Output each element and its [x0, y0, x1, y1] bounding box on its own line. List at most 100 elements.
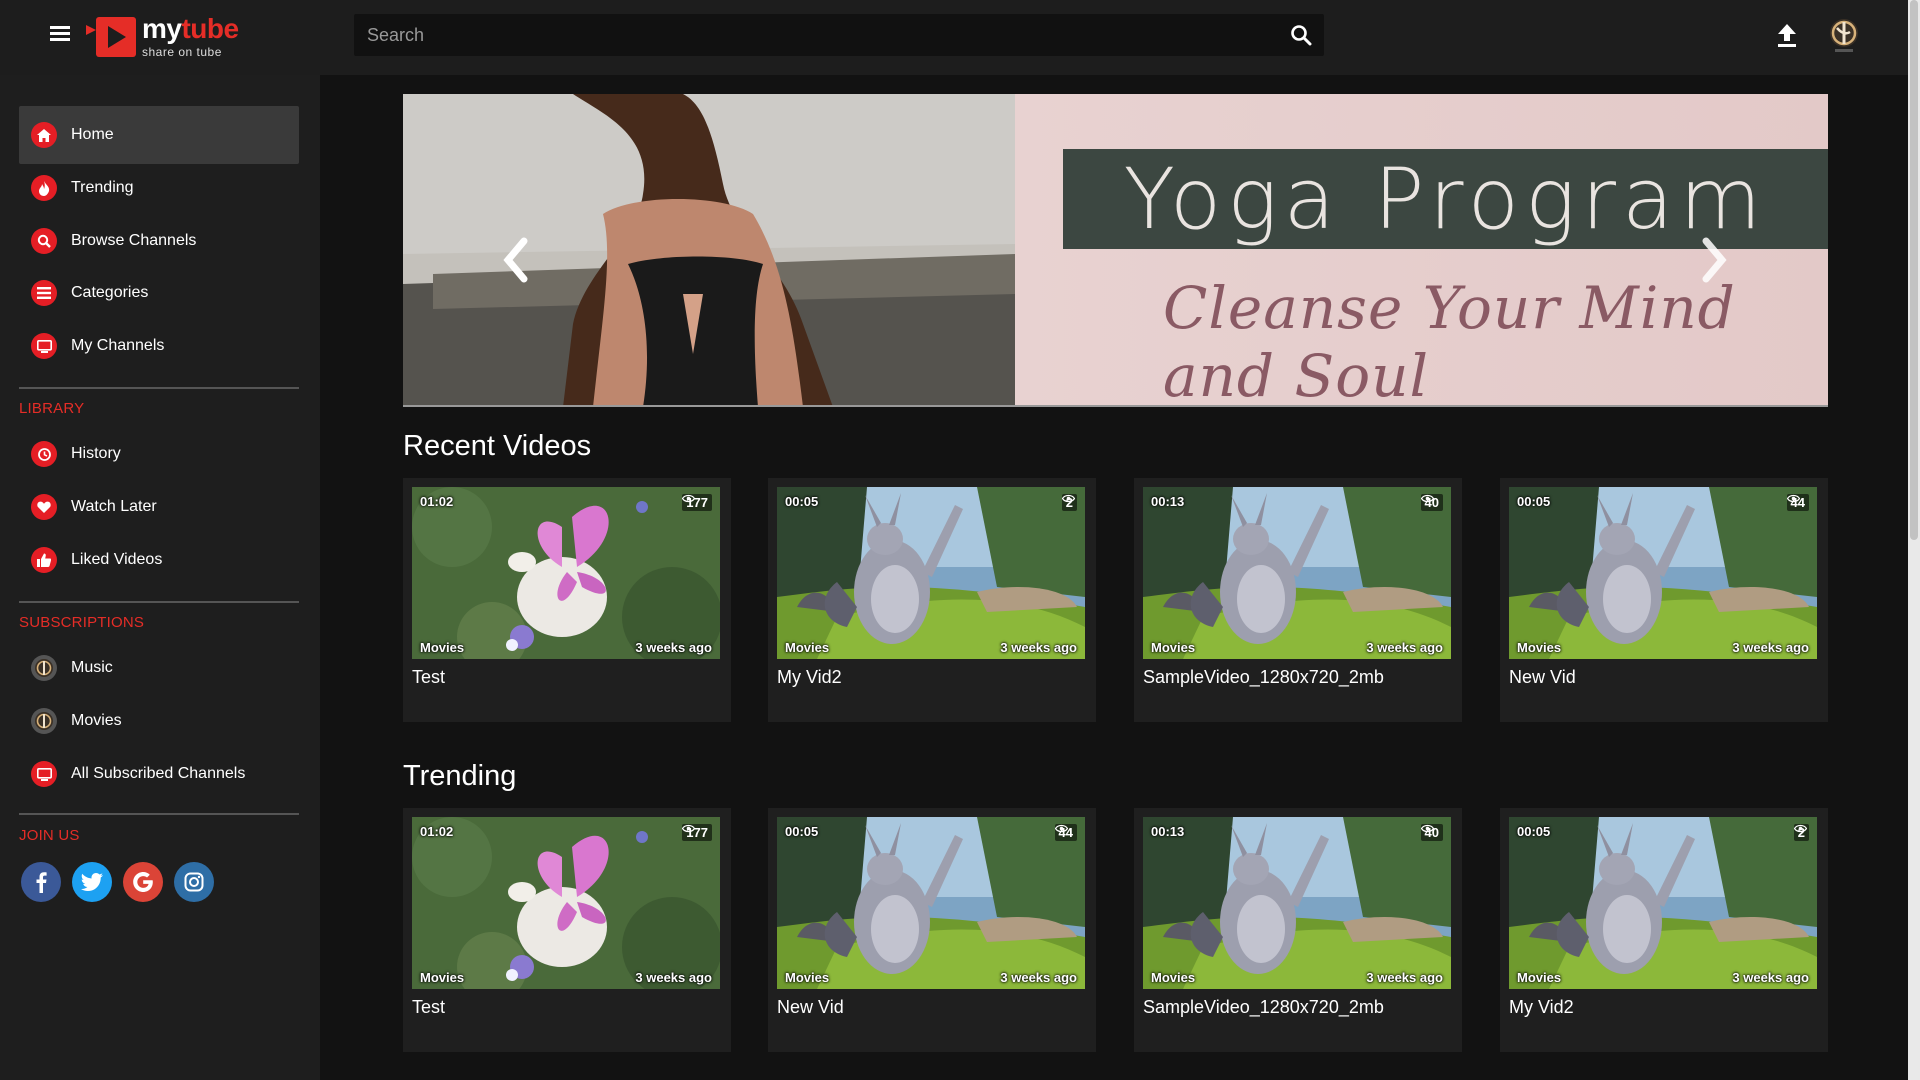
- view-count-badge: 44: [1054, 824, 1077, 841]
- sidebar-divider: [19, 387, 299, 389]
- sidebar-item-categories[interactable]: Categories: [19, 264, 299, 322]
- video-age: 3 weeks ago: [1732, 640, 1809, 655]
- user-avatar[interactable]: [1828, 16, 1860, 54]
- search-input[interactable]: [354, 14, 1274, 56]
- home-icon: [31, 122, 57, 148]
- view-count-badge: 177: [682, 494, 712, 511]
- video-card[interactable]: 00:05 44 Movies 3 weeks ago New Vid: [1500, 478, 1828, 722]
- view-count-badge: 40: [1420, 494, 1443, 511]
- monitor-icon: [31, 761, 57, 787]
- video-card[interactable]: 00:13 40 Movies 3 weeks ago SampleVideo_1280…: [1134, 478, 1462, 722]
- sidebar-item-label: Categories: [71, 284, 149, 301]
- logo-tube-text: tube: [181, 12, 239, 44]
- video-duration: 00:05: [785, 494, 819, 509]
- video-thumbnail[interactable]: 00:05 44 Movies 3 weeks ago: [1509, 487, 1817, 659]
- sidebar-item-movies[interactable]: Movies: [19, 692, 299, 750]
- video-thumbnail[interactable]: 00:05 2 Movies 3 weeks ago: [777, 487, 1085, 659]
- video-category: Movies: [785, 970, 830, 985]
- eye-icon: [1793, 824, 1807, 833]
- video-age: 3 weeks ago: [1000, 640, 1077, 655]
- hero-title-band: Yoga Program: [1063, 149, 1828, 249]
- video-title[interactable]: Test: [412, 997, 445, 1018]
- fire-icon: [31, 175, 57, 201]
- video-title[interactable]: SampleVideo_1280x720_2mb: [1143, 667, 1384, 688]
- twitter-icon[interactable]: [72, 862, 112, 902]
- instagram-icon[interactable]: [174, 862, 214, 902]
- video-age: 3 weeks ago: [1366, 640, 1443, 655]
- video-age: 3 weeks ago: [1000, 970, 1077, 985]
- video-thumbnail[interactable]: 01:02 177 Movies 3 weeks ago: [412, 817, 720, 989]
- video-thumbnail[interactable]: 00:13 40 Movies 3 weeks ago: [1143, 817, 1451, 989]
- sidebar-item-label: History: [71, 445, 121, 462]
- facebook-icon[interactable]: [21, 862, 61, 902]
- video-duration: 00:05: [785, 824, 819, 839]
- hero-title: Yoga Program: [1123, 150, 1768, 248]
- play-logo-icon: [86, 13, 138, 59]
- sidebar-item-my-channels[interactable]: My Channels: [19, 317, 299, 375]
- view-count-badge: 2: [1061, 494, 1077, 511]
- video-card[interactable]: 00:05 2 Movies 3 weeks ago My Vid2: [768, 478, 1096, 722]
- trending-heading: Trending: [403, 760, 517, 792]
- sidebar-item-label: Watch Later: [71, 498, 157, 515]
- video-category: Movies: [785, 640, 830, 655]
- video-thumbnail[interactable]: 00:05 2 Movies 3 weeks ago: [1509, 817, 1817, 989]
- history-icon: [31, 441, 57, 467]
- video-title[interactable]: My Vid2: [1509, 997, 1574, 1018]
- video-category: Movies: [1517, 640, 1562, 655]
- menu-icon[interactable]: [50, 26, 70, 42]
- sidebar-item-trending[interactable]: Trending: [19, 159, 299, 217]
- logo[interactable]: mytube share on tube: [86, 13, 239, 59]
- video-duration: 01:02: [420, 494, 454, 509]
- hero-photo: [403, 94, 1015, 407]
- eye-icon: [1420, 494, 1434, 503]
- carousel-next-icon[interactable]: [1700, 237, 1730, 283]
- hero-subtitle: Cleanse Your Mind and Soul: [1163, 274, 1736, 407]
- video-title[interactable]: New Vid: [1509, 667, 1576, 688]
- eye-icon: [682, 494, 696, 503]
- hero-carousel[interactable]: Yoga Program Cleanse Your Mind and Soul: [403, 94, 1828, 407]
- video-card[interactable]: 01:02 177 Movies 3 weeks ago Test: [403, 478, 731, 722]
- recent-videos-heading: Recent Videos: [403, 430, 592, 462]
- video-title[interactable]: SampleVideo_1280x720_2mb: [1143, 997, 1384, 1018]
- video-card[interactable]: 00:13 40 Movies 3 weeks ago SampleVideo_1280…: [1134, 808, 1462, 1052]
- eye-icon: [1054, 824, 1068, 833]
- sidebar-item-watch-later[interactable]: Watch Later: [19, 478, 299, 536]
- logo-my-text: my: [142, 12, 182, 44]
- sidebar-item-home[interactable]: Home: [19, 106, 299, 164]
- google-icon[interactable]: [123, 862, 163, 902]
- video-thumbnail[interactable]: 00:05 44 Movies 3 weeks ago: [777, 817, 1085, 989]
- sidebar-item-label: Music: [71, 659, 113, 676]
- video-duration: 00:13: [1151, 824, 1185, 839]
- video-card[interactable]: 00:05 2 Movies 3 weeks ago My Vid2: [1500, 808, 1828, 1052]
- sidebar-item-all-subscribed-channels[interactable]: All Subscribed Channels: [19, 745, 299, 803]
- video-title[interactable]: Test: [412, 667, 445, 688]
- video-duration: 00:05: [1517, 494, 1551, 509]
- monitor-icon: [31, 333, 57, 359]
- sidebar-item-music[interactable]: Music: [19, 639, 299, 697]
- video-duration: 00:13: [1151, 494, 1185, 509]
- video-category: Movies: [1151, 970, 1196, 985]
- subscriptions-heading: SUBSCRIPTIONS: [19, 614, 145, 631]
- video-thumbnail[interactable]: 00:13 40 Movies 3 weeks ago: [1143, 487, 1451, 659]
- eye-icon: [1420, 824, 1434, 833]
- sidebar-divider: [19, 813, 299, 815]
- sidebar-item-browse-channels[interactable]: Browse Channels: [19, 212, 299, 270]
- channel-avatar-icon: [31, 655, 57, 681]
- view-count-badge: 2: [1793, 824, 1809, 841]
- video-category: Movies: [1151, 640, 1196, 655]
- sidebar-item-history[interactable]: History: [19, 425, 299, 483]
- sidebar-item-liked-videos[interactable]: Liked Videos: [19, 531, 299, 589]
- view-count-badge: 40: [1420, 824, 1443, 841]
- video-thumbnail[interactable]: 01:02 177 Movies 3 weeks ago: [412, 487, 720, 659]
- scrollbar-thumb[interactable]: [1910, 0, 1918, 540]
- carousel-prev-icon[interactable]: [500, 237, 530, 283]
- page-scrollbar[interactable]: [1908, 0, 1920, 1080]
- video-card[interactable]: 00:05 44 Movies 3 weeks ago New Vid: [768, 808, 1096, 1052]
- view-count-badge: 177: [682, 824, 712, 841]
- video-title[interactable]: New Vid: [777, 997, 844, 1018]
- video-title[interactable]: My Vid2: [777, 667, 842, 688]
- upload-icon[interactable]: [1776, 22, 1798, 48]
- video-age: 3 weeks ago: [1732, 970, 1809, 985]
- search-icon[interactable]: [1290, 24, 1312, 46]
- video-card[interactable]: 01:02 177 Movies 3 weeks ago Test: [403, 808, 731, 1052]
